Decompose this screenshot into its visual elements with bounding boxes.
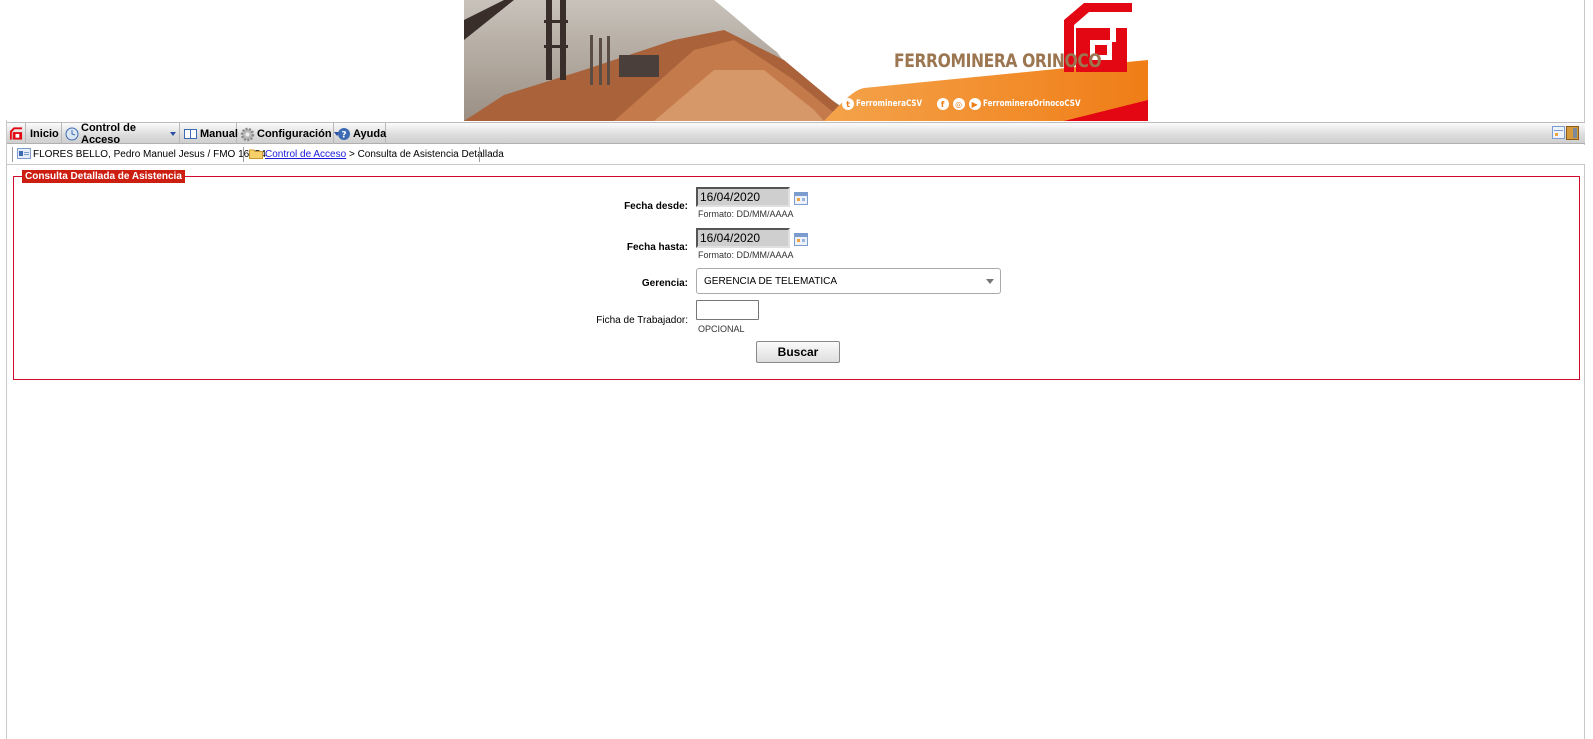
breadcrumb-bar: FLORES BELLO, Pedro Manuel Jesus / FMO 1…	[7, 145, 1585, 165]
separator	[12, 147, 13, 162]
main-menu-bar: Inicio Control de Acceso Manual Configur…	[7, 121, 1585, 146]
ficha-hint: OPCIONAL	[698, 324, 745, 334]
twitter-icon: t	[842, 98, 854, 110]
gerencia-label: Gerencia:	[641, 278, 688, 289]
panel-legend: Consulta Detallada de Asistencia	[22, 170, 185, 183]
brand-name: FERROMINERA ORINOCO	[894, 50, 1102, 72]
consulta-form-panel: Consulta Detallada de Asistencia Fecha d…	[13, 170, 1580, 380]
twitter-handle: FerromineraCSV	[856, 99, 923, 109]
help-icon: ?	[337, 127, 351, 141]
exit-door-icon[interactable]	[1566, 126, 1579, 143]
folder-icon	[249, 148, 263, 162]
menu-item-control-acceso[interactable]: Control de Acceso	[62, 121, 180, 146]
instagram-icon: ◎	[952, 98, 965, 110]
ficha-label: Ficha de Trabajador:	[596, 315, 688, 326]
gerencia-select[interactable]: GERENCIA DE TELEMATICA	[696, 268, 1001, 294]
chevron-down-icon	[170, 131, 176, 136]
buscar-button[interactable]: Buscar	[756, 341, 840, 363]
menu-item-label: Control de Acceso	[81, 121, 136, 146]
fecha-hasta-label: Fecha hasta:	[626, 242, 688, 253]
social-links: t FerromineraCSV f ◎ ▶ FerromineraOrinoc…	[840, 97, 1105, 111]
fecha-desde-input[interactable]: 16/04/2020	[696, 187, 790, 207]
calendar-icon[interactable]	[794, 192, 808, 205]
breadcrumb-link-control-acceso[interactable]: Control de Acceso	[265, 149, 346, 160]
calendar-icon[interactable]	[794, 233, 808, 246]
menu-item-label: Inicio	[30, 127, 59, 140]
separator	[479, 147, 480, 162]
menu-item-label: Manual	[200, 127, 238, 140]
user-id-card-icon	[17, 147, 31, 162]
menu-item-ayuda[interactable]: ? Ayuda	[334, 123, 386, 144]
gerencia-selected-value: GERENCIA DE TELEMATICA	[704, 275, 837, 287]
menu-item-inicio[interactable]: Inicio	[27, 123, 62, 144]
clock-icon	[65, 127, 79, 141]
home-logo-icon[interactable]	[7, 123, 26, 144]
gear-icon	[240, 127, 255, 141]
header-banner: FERROMINERA ORINOCO t FerromineraCSV f ◎…	[464, 0, 1148, 121]
fecha-desde-label: Fecha desde:	[624, 201, 688, 212]
ficha-trabajador-input[interactable]	[696, 300, 759, 320]
separator	[243, 147, 244, 162]
youtube-handle: FerromineraOrinocoCSV	[982, 99, 1081, 109]
book-icon	[183, 127, 198, 141]
menu-item-label: Configuración	[257, 127, 332, 140]
frame-left-border	[6, 120, 7, 739]
user-name: FLORES BELLO, Pedro Manuel Jesus / FMO 1…	[33, 149, 266, 160]
fecha-hasta-hint: Formato: DD/MM/AAAA	[698, 250, 794, 260]
menu-item-configuracion[interactable]: Configuración	[237, 123, 340, 144]
fecha-desde-hint: Formato: DD/MM/AAAA	[698, 209, 794, 219]
facebook-icon: f	[936, 98, 949, 110]
menu-item-manual[interactable]: Manual	[180, 123, 238, 144]
user-info: FLORES BELLO, Pedro Manuel Jesus / FMO 1…	[17, 147, 266, 162]
breadcrumb: Control de Acceso > Consulta de Asistenc…	[249, 147, 504, 162]
menu-right-tools	[1552, 126, 1579, 143]
menu-item-label: Ayuda	[353, 127, 387, 140]
frame-right-border	[1584, 0, 1585, 739]
calendar-tool-icon[interactable]	[1552, 126, 1565, 143]
breadcrumb-current: > Consulta de Asistencia Detallada	[346, 149, 504, 160]
chevron-down-icon	[986, 279, 994, 284]
youtube-icon: ▶	[968, 98, 981, 110]
fecha-hasta-input[interactable]: 16/04/2020	[696, 228, 790, 248]
svg-text:?: ?	[341, 130, 346, 140]
